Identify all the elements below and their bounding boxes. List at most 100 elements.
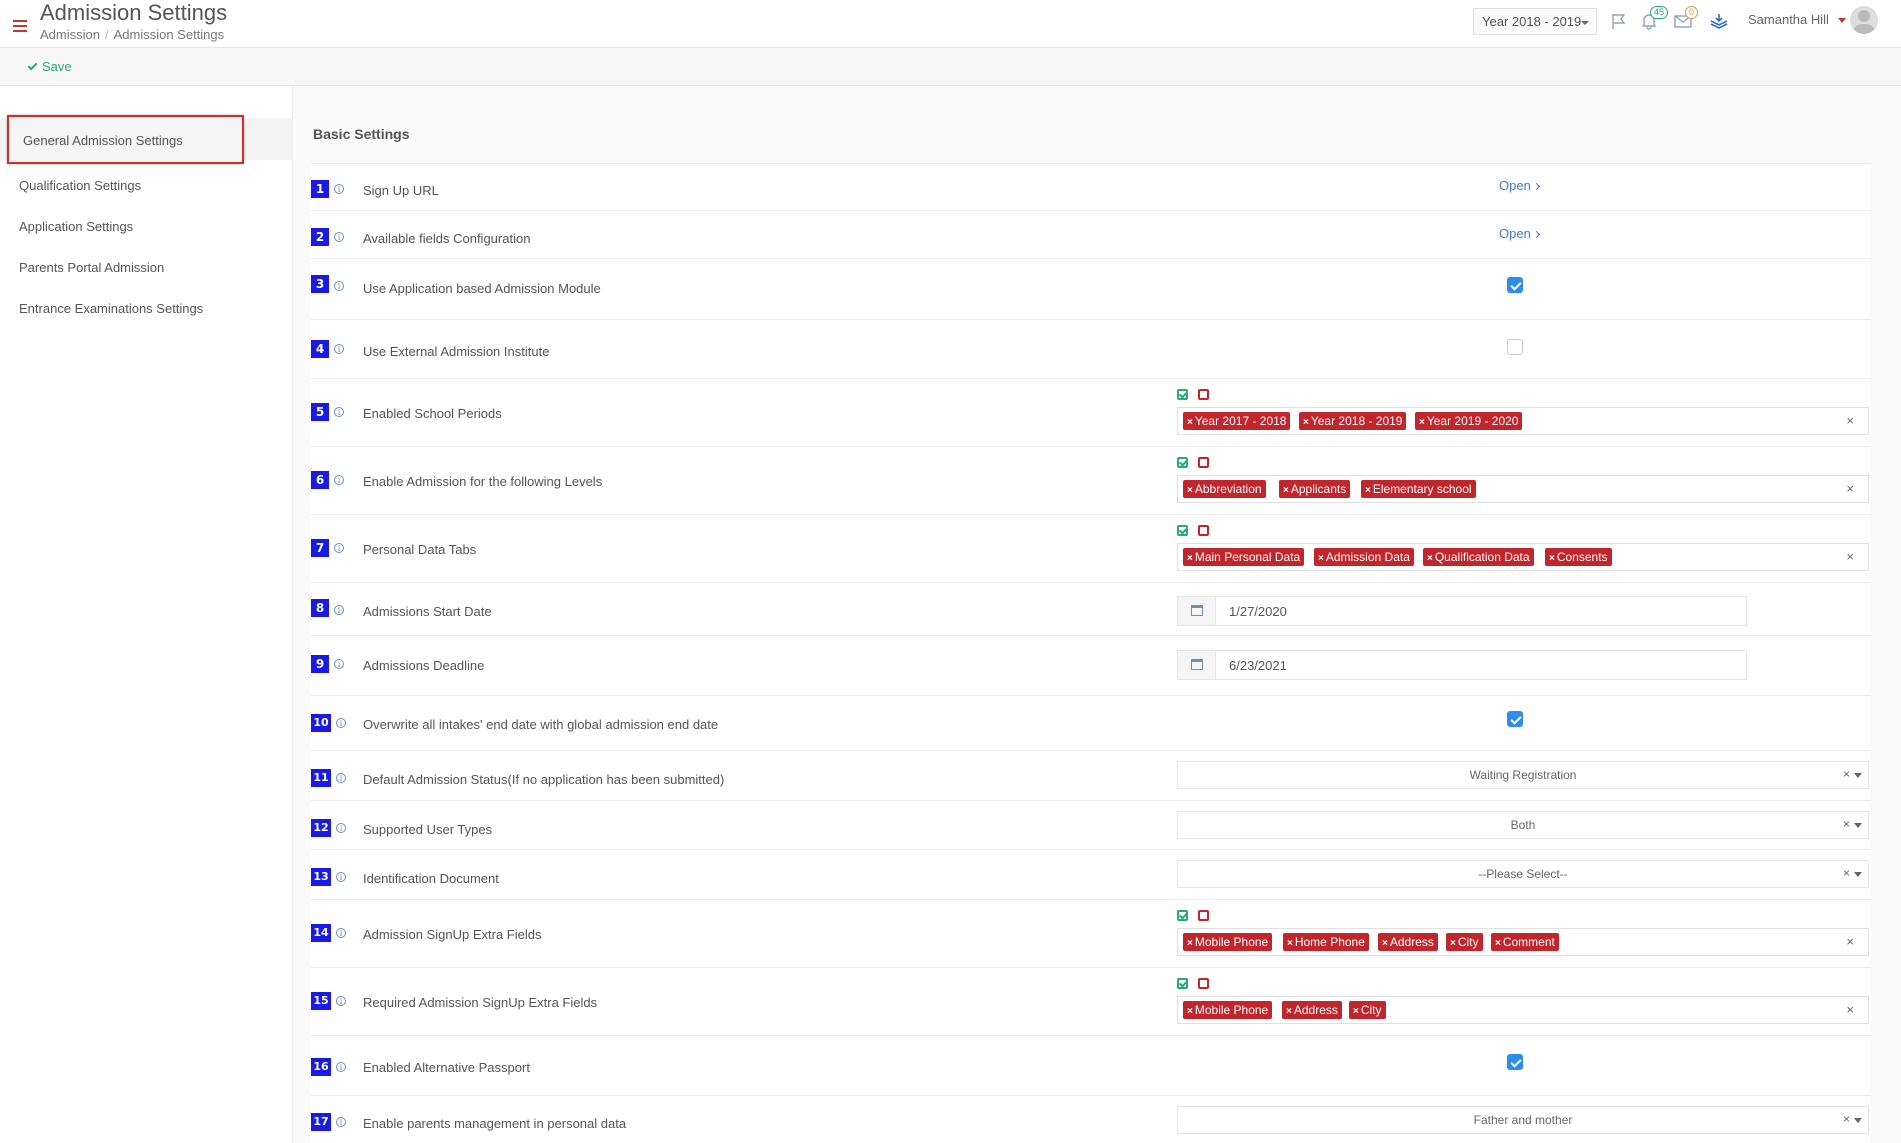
- signup-extra-fields-multiselect[interactable]: × Mobile Phone × Home Phone × Address × City…: [1177, 928, 1869, 956]
- chevron-down-icon[interactable]: [1854, 1118, 1862, 1123]
- user-types-select[interactable]: Both ×: [1177, 811, 1869, 839]
- external-institute-checkbox[interactable]: [1507, 339, 1523, 355]
- sidebar-item-label[interactable]: General Admission Settings: [23, 133, 183, 148]
- tag[interactable]: × Address: [1282, 1001, 1342, 1019]
- clear-icon[interactable]: ×: [1843, 817, 1850, 831]
- tag[interactable]: × Qualification Data: [1423, 548, 1534, 566]
- tag[interactable]: × Year 2018 - 2019: [1299, 412, 1407, 430]
- row-label: Identification Document: [363, 871, 499, 886]
- info-icon[interactable]: i: [334, 475, 344, 485]
- year-select[interactable]: Year 2018 - 2019: [1473, 8, 1597, 35]
- flag-icon[interactable]: [1610, 12, 1630, 30]
- deselect-all-icon[interactable]: [1198, 457, 1209, 468]
- school-periods-multiselect[interactable]: × Year 2017 - 2018 × Year 2018 - 2019 × Yea…: [1177, 407, 1869, 435]
- clear-icon[interactable]: ×: [1843, 767, 1850, 781]
- deselect-all-icon[interactable]: [1198, 910, 1209, 921]
- settings-row: 10 i Overwrite all intakes' end date wit…: [311, 695, 1871, 750]
- clear-icon[interactable]: ×: [1846, 934, 1854, 949]
- alternative-passport-checkbox[interactable]: [1507, 1054, 1523, 1070]
- tag[interactable]: × Admission Data: [1314, 548, 1414, 566]
- tag[interactable]: × Applicants: [1279, 480, 1351, 498]
- info-icon[interactable]: i: [334, 232, 344, 242]
- chevron-down-icon[interactable]: [1854, 872, 1862, 877]
- row-number: 2: [311, 228, 329, 246]
- overwrite-end-date-checkbox[interactable]: [1507, 711, 1523, 727]
- tag[interactable]: × City: [1446, 933, 1483, 951]
- info-icon[interactable]: i: [334, 543, 344, 553]
- tag[interactable]: × Year 2019 - 2020: [1415, 412, 1523, 430]
- deselect-all-icon[interactable]: [1198, 389, 1209, 400]
- required-signup-fields-multiselect[interactable]: × Mobile Phone × Address × City ×: [1177, 996, 1869, 1024]
- chevron-down-icon[interactable]: [1838, 18, 1846, 23]
- clear-icon[interactable]: ×: [1843, 866, 1850, 880]
- default-status-select[interactable]: Waiting Registration ×: [1177, 761, 1869, 789]
- clear-icon[interactable]: ×: [1846, 481, 1854, 496]
- chevron-down-icon[interactable]: [1854, 823, 1862, 828]
- select-all-icon[interactable]: [1177, 525, 1188, 536]
- user-name[interactable]: Samantha Hill: [1748, 12, 1829, 27]
- open-link[interactable]: Open: [1499, 178, 1540, 193]
- sidebar-item-entrance-examinations-settings[interactable]: Entrance Examinations Settings: [19, 301, 203, 316]
- clear-icon[interactable]: ×: [1843, 1112, 1850, 1126]
- chevron-down-icon[interactable]: [1854, 773, 1862, 778]
- calendar-button[interactable]: [1178, 597, 1216, 625]
- info-icon[interactable]: i: [334, 184, 344, 194]
- tag[interactable]: × Consents: [1545, 548, 1612, 566]
- deselect-all-icon[interactable]: [1198, 525, 1209, 536]
- info-icon[interactable]: i: [336, 823, 346, 833]
- info-icon[interactable]: i: [334, 407, 344, 417]
- clear-icon[interactable]: ×: [1846, 549, 1854, 564]
- mail-icon[interactable]: 0: [1673, 6, 1699, 30]
- select-all-icon[interactable]: [1177, 910, 1188, 921]
- info-icon[interactable]: i: [334, 659, 344, 669]
- tag[interactable]: × City: [1349, 1001, 1386, 1019]
- tag[interactable]: × Home Phone: [1283, 933, 1369, 951]
- parents-management-select[interactable]: Father and mother ×: [1177, 1106, 1869, 1134]
- sidebar-item-qualification-settings[interactable]: Qualification Settings: [19, 178, 141, 193]
- select-all-icon[interactable]: [1177, 389, 1188, 400]
- info-icon[interactable]: i: [336, 928, 346, 938]
- info-icon[interactable]: i: [336, 996, 346, 1006]
- sidebar-item-application-settings[interactable]: Application Settings: [19, 219, 133, 234]
- tag[interactable]: × Elementary school: [1361, 480, 1476, 498]
- open-link[interactable]: Open: [1499, 226, 1540, 241]
- use-application-module-checkbox[interactable]: [1507, 277, 1523, 293]
- save-button[interactable]: Save: [27, 59, 72, 74]
- identification-document-select[interactable]: --Please Select-- ×: [1177, 860, 1869, 888]
- tag[interactable]: × Mobile Phone: [1183, 1001, 1273, 1019]
- row-number: 5: [311, 403, 329, 421]
- tag[interactable]: × Address: [1378, 933, 1438, 951]
- start-date-input[interactable]: 1/27/2020: [1177, 596, 1747, 626]
- info-icon[interactable]: i: [336, 718, 346, 728]
- date-value: 1/27/2020: [1229, 604, 1287, 619]
- avatar[interactable]: [1850, 6, 1878, 34]
- deadline-date-input[interactable]: 6/23/2021: [1177, 650, 1747, 680]
- info-icon[interactable]: i: [336, 872, 346, 882]
- tag[interactable]: × Main Personal Data: [1183, 548, 1305, 566]
- settings-row: 1 i Sign Up URL Open: [311, 163, 1871, 210]
- clear-icon[interactable]: ×: [1846, 413, 1854, 428]
- info-icon[interactable]: i: [336, 773, 346, 783]
- select-all-icon[interactable]: [1177, 457, 1188, 468]
- personal-data-tabs-multiselect[interactable]: × Main Personal Data × Admission Data × Qua…: [1177, 543, 1869, 571]
- info-icon[interactable]: i: [336, 1062, 346, 1072]
- tag[interactable]: × Mobile Phone: [1183, 933, 1273, 951]
- info-icon[interactable]: i: [334, 344, 344, 354]
- deselect-all-icon[interactable]: [1198, 978, 1209, 989]
- menu-icon[interactable]: [13, 20, 27, 32]
- calendar-button[interactable]: [1178, 651, 1216, 679]
- breadcrumb-item[interactable]: Admission: [40, 27, 100, 42]
- sidebar-item-parents-portal-admission[interactable]: Parents Portal Admission: [19, 260, 164, 275]
- top-header: Admission Settings Admission / Admission S…: [0, 0, 1901, 48]
- clear-icon[interactable]: ×: [1846, 1002, 1854, 1017]
- layers-icon[interactable]: [1709, 12, 1729, 30]
- levels-multiselect[interactable]: × Abbreviation × Applicants × Elementary sc…: [1177, 475, 1869, 503]
- info-icon[interactable]: i: [334, 281, 344, 291]
- tag[interactable]: × Abbreviation: [1183, 480, 1266, 498]
- tag[interactable]: × Year 2017 - 2018: [1183, 412, 1291, 430]
- select-all-icon[interactable]: [1177, 978, 1188, 989]
- info-icon[interactable]: i: [336, 1117, 346, 1127]
- info-icon[interactable]: i: [334, 605, 344, 615]
- tag[interactable]: × Comment: [1491, 933, 1559, 951]
- bell-icon[interactable]: 45: [1640, 6, 1669, 30]
